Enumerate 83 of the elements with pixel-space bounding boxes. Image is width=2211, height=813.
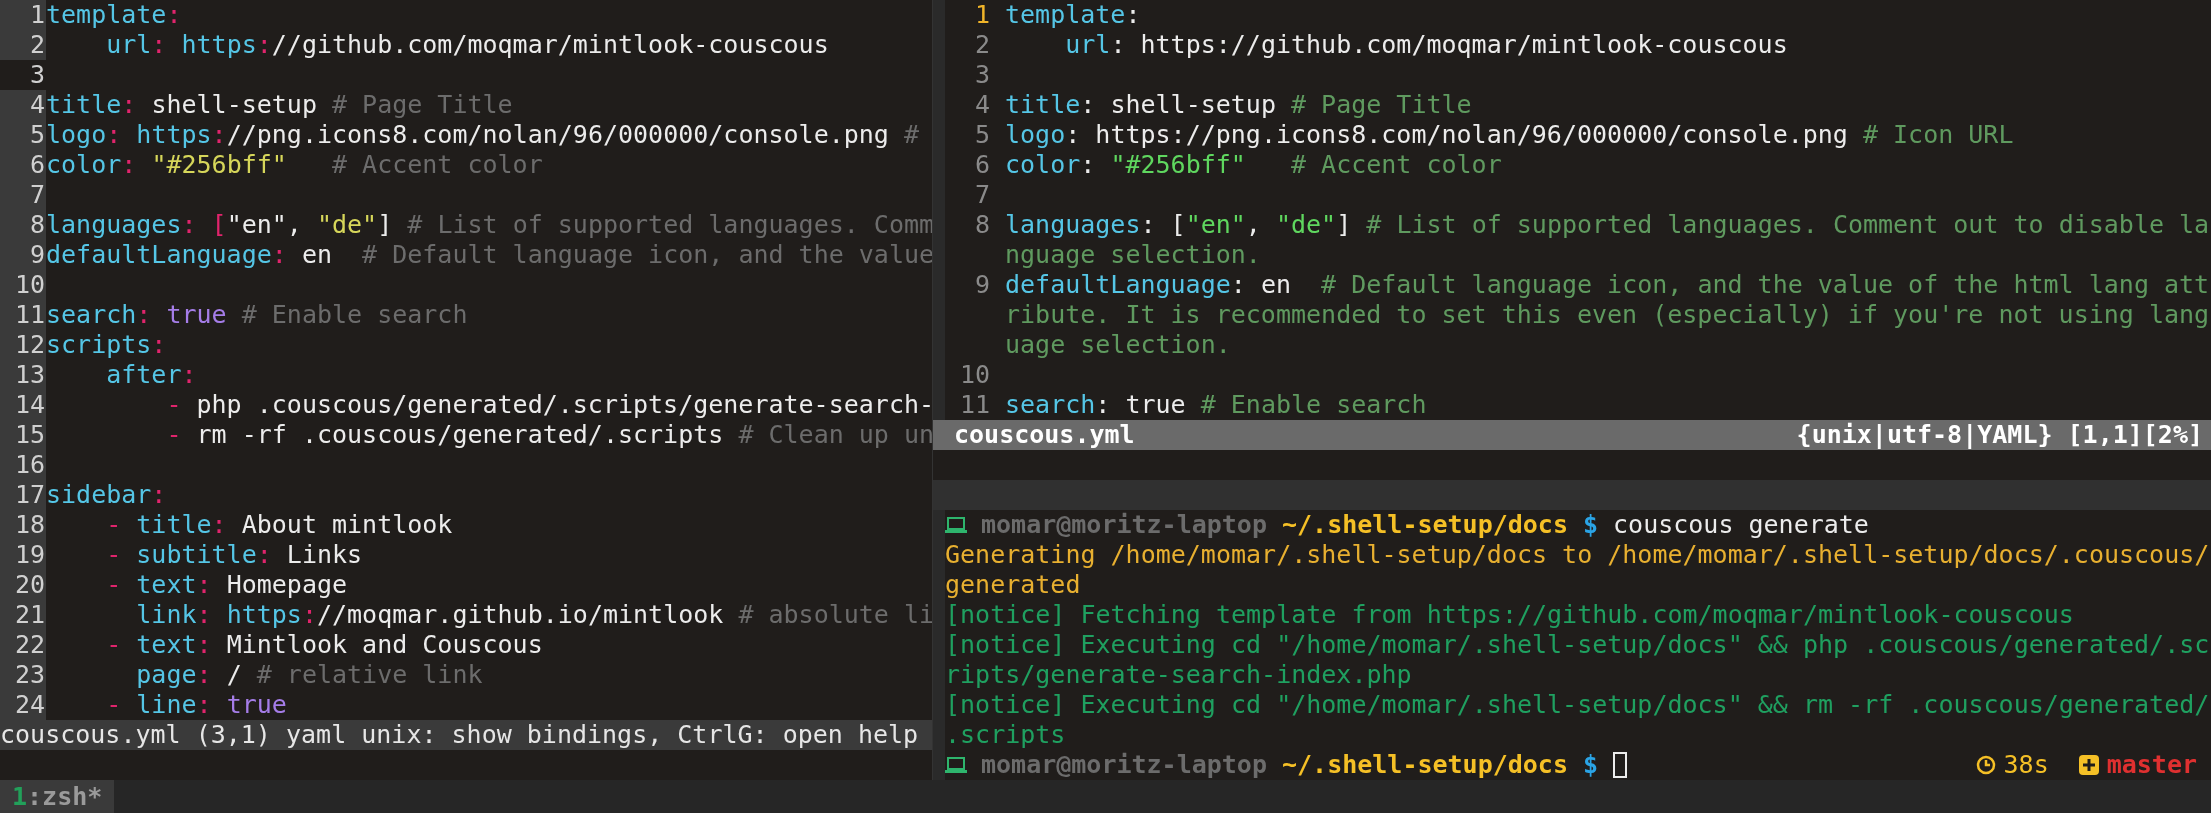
- line-number: 4: [973, 90, 991, 120]
- line-number: 23: [0, 660, 46, 690]
- laptop-icon: [945, 517, 967, 533]
- line-number: 5: [0, 120, 46, 150]
- line-number: 10: [0, 270, 46, 300]
- code-line: scripts:: [46, 330, 167, 360]
- code-line: languages: ["en", "de"] # List of supported languages. Comment out to disable language selection.: [1005, 210, 2211, 270]
- prompt-path: ~/.shell-setup/docs: [1282, 510, 1568, 540]
- line-number: 15: [0, 420, 46, 450]
- line-number: 21: [0, 600, 46, 630]
- branch-name: master: [2106, 750, 2197, 780]
- file-name: couscous.yml: [954, 420, 1135, 450]
- line-number: 18: [0, 510, 46, 540]
- status-text: couscous.yml (3,1) yaml unix: show bindings, CtrlG: open help: [0, 720, 919, 749]
- line-number: 1: [0, 0, 46, 30]
- line-number: 11: [0, 300, 46, 330]
- code-line: search: true # Enable search: [46, 300, 468, 330]
- line-number: 6: [0, 150, 46, 180]
- line-number: 8: [973, 210, 991, 241]
- code-line: - text: Mintlook and Couscous: [105, 630, 543, 660]
- output-line: [notice] Executing cd "/home/momar/.shell-setup/docs" && php .couscous/generated/.scripts/generate-search-index.php: [945, 630, 2211, 690]
- line-number: 3: [973, 60, 991, 90]
- line-number: 2: [0, 30, 46, 60]
- file-info: {unix|utf-8|YAML} [1,1][2%]: [1796, 420, 2203, 450]
- line-number: 13: [0, 360, 46, 390]
- prompt-symbol: $: [1582, 750, 1599, 780]
- line-number: 1: [973, 0, 991, 30]
- code-line: color: "#256bff" # Accent color: [46, 150, 543, 180]
- line-number: 9: [973, 270, 991, 301]
- line-number: 10: [958, 360, 991, 390]
- code-line: logo: https://png.icons8.com/nolan/96/000000/console.png #: [46, 120, 920, 150]
- line-number: 11: [958, 390, 991, 420]
- code-line: - rm -rf .couscous/generated/.scripts # Clean up un: [165, 420, 932, 450]
- prompt-path: ~/.shell-setup/docs: [1282, 750, 1568, 780]
- output-line: [notice] Executing cd "/home/momar/.shell-setup/docs" && rm -rf .couscous/generated/.scripts: [945, 690, 2211, 750]
- code-line: languages: ["en", "de"] # List of supported languages. Comm: [46, 210, 932, 240]
- line-number: 8: [0, 210, 46, 240]
- code-line: template:: [46, 0, 182, 30]
- code-line: - php .couscous/generated/.scripts/generate-search-: [165, 390, 932, 420]
- code-line: url: https://github.com/moqmar/mintlook-couscous: [1064, 30, 1789, 60]
- line-number: 16: [0, 450, 46, 480]
- code-line: link: https://moqmar.github.io/mintlook # absolute li: [135, 600, 932, 630]
- line-number: 6: [973, 150, 991, 180]
- code-line: defaultLanguage: en # Default language icon, and the value: [46, 240, 932, 270]
- code-line: search: true # Enable search: [1005, 390, 1428, 420]
- line-number: 7: [973, 180, 991, 210]
- code-line: after:: [105, 360, 197, 390]
- code-line: page: / # relative link: [135, 660, 483, 690]
- line-number: 12: [0, 330, 46, 360]
- line-number: 9: [0, 240, 46, 270]
- line-number: 22: [0, 630, 46, 660]
- line-number: 7: [0, 180, 46, 210]
- code-line: logo: https://png.icons8.com/nolan/96/000000/console.png # Icon URL: [1005, 120, 2015, 150]
- line-number: 5: [973, 120, 991, 150]
- code-line: - text: Homepage: [105, 570, 348, 600]
- prompt-user: momar@moritz-laptop: [981, 750, 1267, 780]
- prompt-symbol: $: [1582, 510, 1599, 540]
- code-line: template:: [1005, 0, 1142, 30]
- code-line: title: shell-setup # Page Title: [46, 90, 513, 120]
- command-text: couscous generate: [1613, 510, 1869, 540]
- clock-icon: [1975, 755, 1996, 775]
- code-line: - title: About mintlook: [105, 510, 453, 540]
- plus-icon: [2078, 755, 2099, 775]
- code-line: url: https://github.com/moqmar/mintlook-couscous: [105, 30, 829, 60]
- duration-text: 38s: [2003, 750, 2049, 780]
- line-number: 19: [0, 540, 46, 570]
- output-line: Generating /home/momar/.shell-setup/docs to /home/momar/.shell-setup/docs/.couscous/generated: [945, 540, 2211, 600]
- line-number: 14: [0, 390, 46, 420]
- prompt-user: momar@moritz-laptop: [981, 510, 1267, 540]
- line-number: 24: [0, 690, 46, 720]
- code-line: sidebar:: [46, 480, 167, 510]
- line-number: 4: [0, 90, 46, 120]
- code-line: defaultLanguage: en # Default language icon, and the value of the html lang attribute. It is recommended to set this even (especially) if you're not using language selection.: [1005, 270, 2211, 360]
- line-number: 20: [0, 570, 46, 600]
- code-line: - subtitle: Links: [105, 540, 363, 570]
- code-line: color: "#256bff" # Accent color: [1005, 150, 1503, 180]
- code-line: title: shell-setup # Page Title: [1005, 90, 1473, 120]
- laptop-icon: [945, 757, 967, 773]
- line-number: 2: [973, 30, 991, 60]
- line-number: 17: [0, 480, 46, 510]
- code-line: - line: true: [105, 690, 287, 720]
- window-tab[interactable]: 1:zsh*: [0, 780, 115, 813]
- output-line: [notice] Fetching template from https://github.com/moqmar/mintlook-couscous: [945, 600, 2075, 630]
